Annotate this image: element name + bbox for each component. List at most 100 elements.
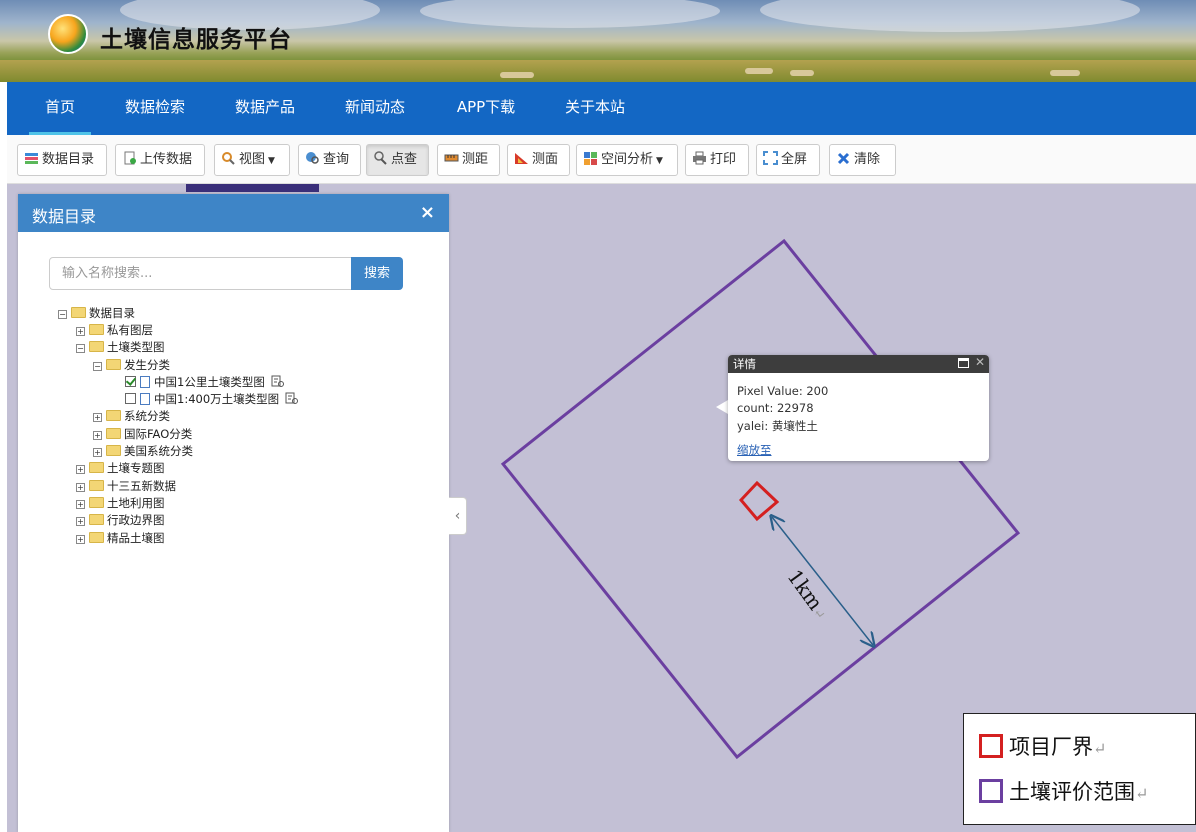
folder-icon — [89, 514, 104, 525]
app-root: 土壤信息服务平台 首页 数据检索 数据产品 新闻动态 APP下载 关于本站 数据… — [0, 0, 1196, 832]
expand-icon[interactable]: + — [93, 413, 102, 422]
point-query-icon — [374, 151, 387, 165]
expand-icon[interactable]: + — [93, 448, 102, 457]
tree-item-root[interactable]: − 数据目录 — [58, 305, 135, 322]
tree-item-private-layers[interactable]: + 私有图层 — [76, 322, 153, 339]
tree-item-admin-boundary[interactable]: + 行政边界图 — [76, 512, 165, 529]
tree-item-system-classification[interactable]: + 系统分类 — [93, 408, 170, 425]
spatial-analysis-dropdown-button[interactable]: 空间分析 ▼ — [576, 144, 678, 176]
tree-item-13th-five-year[interactable]: + 十三五新数据 — [76, 478, 176, 495]
popup-title: 详情 — [733, 357, 756, 371]
folder-icon — [106, 410, 121, 421]
panel-header: 数据目录 × — [18, 194, 449, 232]
info-popup: 详情 ✕ Pixel Value: 200 count: 22978 yalei… — [728, 355, 989, 461]
catalog-search-input[interactable] — [49, 257, 352, 290]
popup-yalei: yalei: 黄壤性土 — [737, 419, 818, 433]
point-query-button[interactable]: 点查 — [366, 144, 429, 176]
spatial-analysis-icon — [584, 152, 597, 165]
metadata-icon[interactable] — [285, 392, 299, 405]
collapse-icon[interactable]: − — [93, 362, 102, 371]
folder-icon — [89, 341, 104, 352]
fullscreen-button[interactable]: 全屏 — [756, 144, 820, 176]
legend-item-soil-evaluation: 土壤评价范围↵ — [979, 777, 1148, 807]
expand-icon[interactable]: + — [76, 500, 85, 509]
document-icon — [140, 376, 150, 388]
data-catalog-panel: 数据目录 × 搜索 −数据目录 +私有图层 −土壤类型图 −发生分类 中国1公里… — [18, 194, 449, 832]
legend-swatch-red — [979, 734, 1003, 758]
clear-x-icon — [837, 152, 850, 165]
nav-home[interactable]: 首页 — [29, 82, 91, 135]
query-button[interactable]: 查询 — [298, 144, 361, 176]
main-nav: 首页 数据检索 数据产品 新闻动态 APP下载 关于本站 — [7, 82, 1196, 135]
header-banner: 土壤信息服务平台 — [0, 0, 1196, 82]
folder-icon — [71, 307, 86, 318]
tree-item-soil-thematic[interactable]: + 土壤专题图 — [76, 460, 165, 477]
fullscreen-icon — [763, 151, 778, 165]
document-icon — [140, 393, 150, 405]
popup-pointer — [716, 400, 728, 414]
layer-checkbox[interactable] — [125, 376, 136, 387]
collapse-icon[interactable]: − — [76, 344, 85, 353]
layer-checkbox[interactable] — [125, 393, 136, 404]
folder-icon — [89, 497, 104, 508]
popup-count: count: 22978 — [737, 401, 814, 415]
nav-app-download[interactable]: APP下载 — [449, 82, 523, 135]
expand-icon[interactable]: + — [76, 465, 85, 474]
toolbar-tab-indicator — [186, 184, 319, 192]
close-icon[interactable]: ✕ — [975, 355, 985, 369]
view-dropdown-button[interactable]: 视图 ▼ — [214, 144, 290, 176]
tree-item-china-4m-soil[interactable]: 中国1:400万土壤类型图 — [125, 391, 299, 408]
site-title: 土壤信息服务平台 — [100, 27, 292, 53]
chevron-down-icon: ▼ — [656, 156, 663, 166]
panel-title: 数据目录 — [32, 207, 97, 226]
map-legend: 项目厂界↵ 土壤评价范围↵ — [963, 713, 1196, 825]
expand-icon[interactable]: + — [76, 483, 85, 492]
tree-item-genetic-classification[interactable]: − 发生分类 — [93, 357, 170, 374]
zoom-to-link[interactable]: 缩放至 — [737, 442, 772, 458]
folder-icon — [89, 324, 104, 335]
tree-item-premium-soil[interactable]: + 精品土壤图 — [76, 530, 165, 547]
globe-search-icon — [306, 152, 319, 164]
nav-news[interactable]: 新闻动态 — [339, 82, 411, 135]
nav-data-products[interactable]: 数据产品 — [229, 82, 301, 135]
panel-collapse-toggle[interactable]: ‹ — [449, 497, 467, 535]
measure-area-button[interactable]: 测面 — [507, 144, 570, 176]
folder-icon — [89, 480, 104, 491]
site-logo-icon[interactable] — [48, 14, 88, 54]
ruler-icon — [444, 154, 459, 162]
upload-file-icon — [124, 151, 136, 165]
print-button[interactable]: 打印 — [685, 144, 749, 176]
clear-button[interactable]: 清除 — [829, 144, 896, 176]
maximize-icon[interactable] — [958, 358, 969, 368]
tree-item-land-use[interactable]: + 土地利用图 — [76, 495, 165, 512]
folder-icon — [89, 462, 104, 473]
tree-item-fao-classification[interactable]: + 国际FAO分类 — [93, 426, 192, 443]
area-measure-icon — [515, 153, 528, 164]
folder-icon — [89, 532, 104, 543]
expand-icon[interactable]: + — [76, 327, 85, 336]
tree-item-us-classification[interactable]: + 美国系统分类 — [93, 443, 193, 460]
upload-data-button[interactable]: 上传数据 — [115, 144, 205, 176]
catalog-search-button[interactable]: 搜索 — [351, 257, 403, 290]
folder-icon — [106, 359, 121, 370]
legend-swatch-purple — [979, 779, 1003, 803]
expand-icon[interactable]: + — [93, 431, 102, 440]
expand-icon[interactable]: + — [76, 517, 85, 526]
metadata-icon[interactable] — [271, 375, 285, 388]
folder-icon — [106, 428, 121, 439]
measure-distance-button[interactable]: 测距 — [437, 144, 500, 176]
popup-pixel-value: Pixel Value: 200 — [737, 384, 829, 398]
chevron-down-icon: ▼ — [268, 156, 275, 166]
map-toolbar: 数据目录 上传数据 视图 ▼ 查询 点查 测距 测面 空间分析 ▼ 打印 全屏 清除 — [7, 135, 1196, 184]
expand-icon[interactable]: + — [76, 535, 85, 544]
legend-item-project-boundary: 项目厂界↵ — [979, 732, 1106, 762]
close-icon[interactable]: × — [420, 202, 435, 223]
tree-item-soil-type-map[interactable]: − 土壤类型图 — [76, 339, 165, 356]
nav-data-search[interactable]: 数据检索 — [119, 82, 191, 135]
nav-about[interactable]: 关于本站 — [559, 82, 631, 135]
layers-icon — [25, 153, 38, 164]
collapse-icon[interactable]: − — [58, 310, 67, 319]
tree-item-china-1km-soil[interactable]: 中国1公里土壤类型图 — [125, 374, 285, 391]
magnifier-icon — [222, 152, 235, 165]
data-catalog-button[interactable]: 数据目录 — [17, 144, 107, 176]
